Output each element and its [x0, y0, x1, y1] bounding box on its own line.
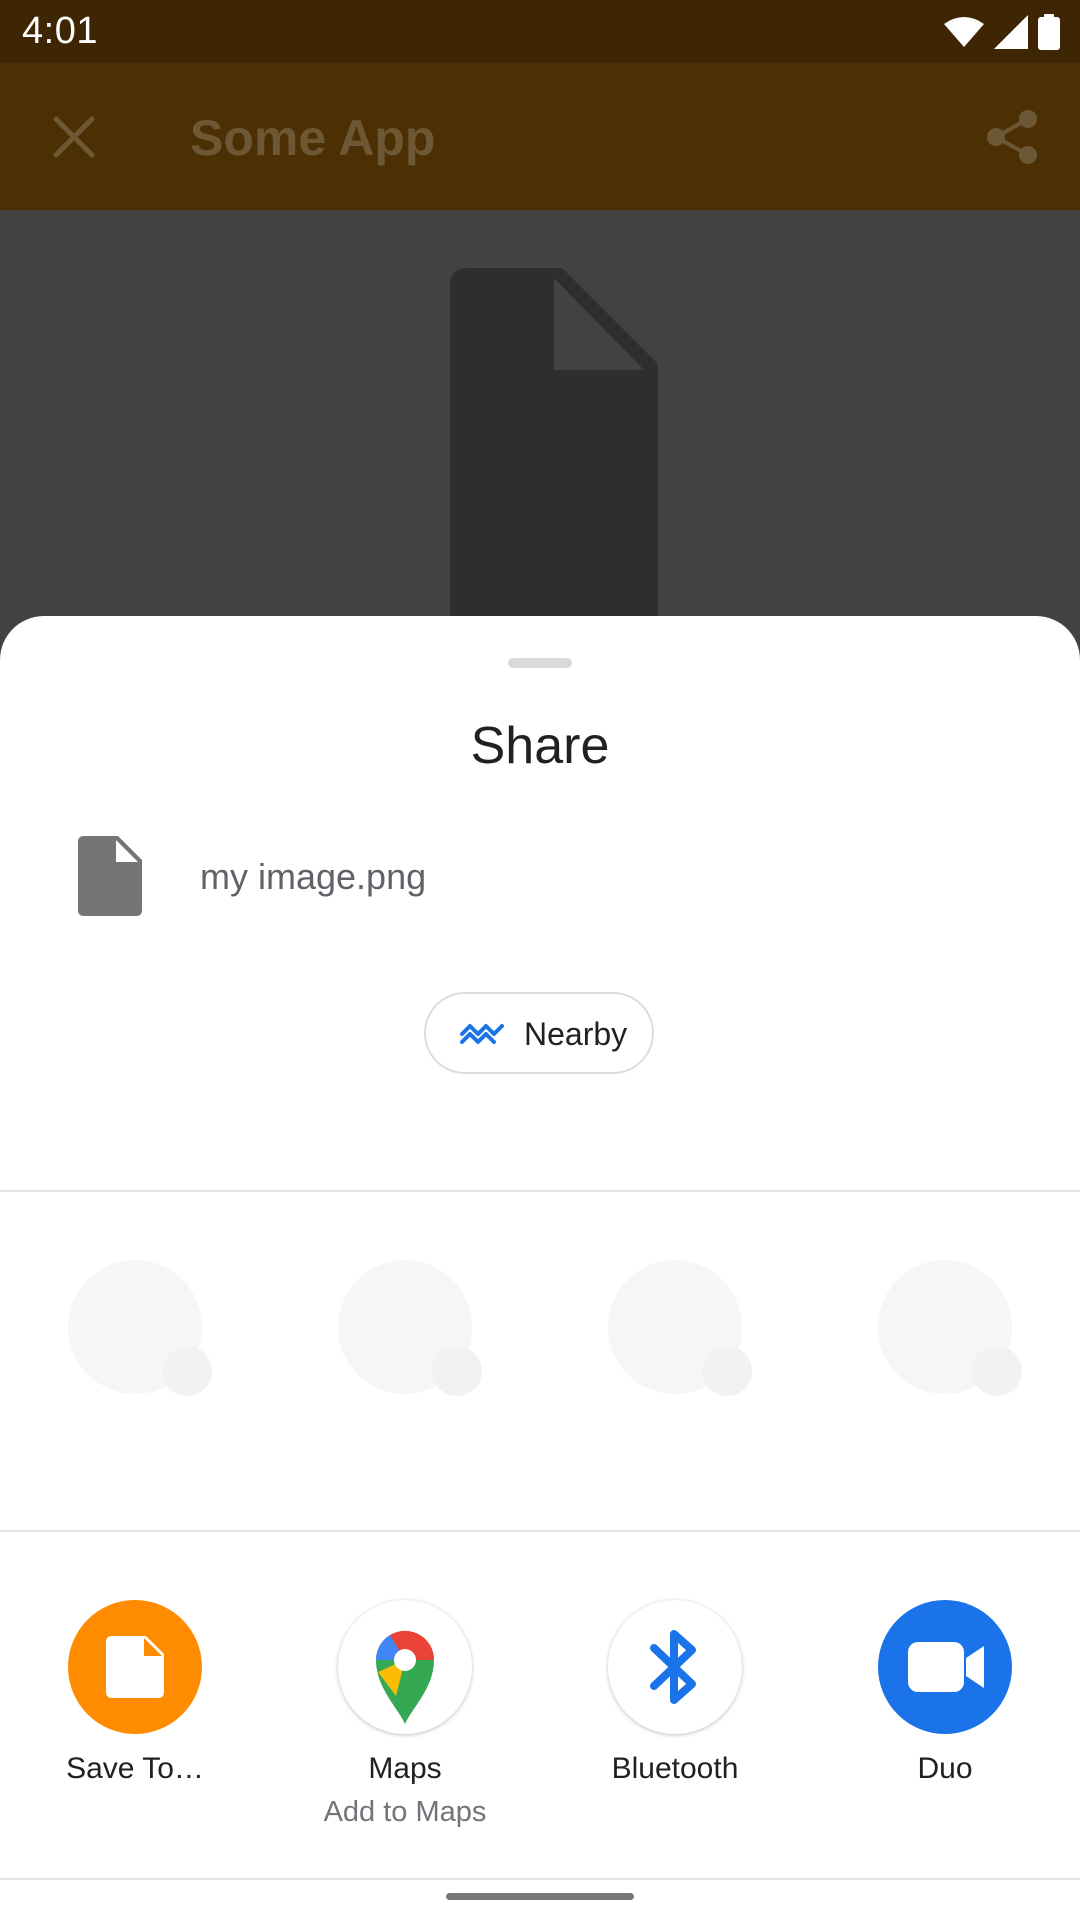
direct-share-placeholder	[338, 1260, 482, 1396]
nearby-share-button[interactable]: Nearby	[424, 992, 654, 1074]
duo-icon	[878, 1600, 1012, 1734]
nearby-label: Nearby	[524, 1016, 628, 1052]
divider	[0, 1190, 1080, 1192]
document-icon	[450, 268, 658, 638]
bluetooth-icon	[608, 1600, 742, 1734]
battery-icon	[1038, 14, 1060, 50]
close-icon[interactable]	[52, 115, 96, 159]
cell-signal-icon	[994, 15, 1028, 49]
share-target-duo[interactable]: Duo	[815, 1600, 1075, 1840]
nearby-icon	[460, 1024, 504, 1044]
wifi-icon	[944, 17, 984, 47]
share-target-sublabel: Add to Maps	[323, 1796, 487, 1828]
shared-file-preview: my image.png	[78, 836, 978, 916]
share-target-label: Maps	[368, 1752, 442, 1785]
status-icons	[944, 14, 1060, 50]
status-bar: 4:01	[0, 0, 1080, 63]
direct-share-placeholder	[68, 1260, 212, 1396]
share-target-label: Bluetooth	[611, 1752, 739, 1785]
file-name: my image.png	[200, 856, 427, 897]
drag-handle[interactable]	[508, 658, 572, 668]
share-icon[interactable]	[986, 109, 1038, 165]
app-bar: Some App	[0, 63, 1080, 210]
share-target-label: Duo	[917, 1752, 973, 1785]
share-target-maps[interactable]: Maps Add to Maps	[275, 1600, 535, 1840]
divider	[0, 1878, 1080, 1880]
file-icon	[78, 836, 142, 916]
maps-icon	[338, 1600, 472, 1734]
direct-share-placeholder	[608, 1260, 752, 1396]
status-time: 4:01	[22, 10, 98, 52]
divider	[0, 1530, 1080, 1532]
share-title: Share	[470, 717, 610, 775]
gesture-nav-bar[interactable]	[446, 1893, 634, 1900]
direct-share-placeholder	[878, 1260, 1022, 1396]
app-title: Some App	[190, 110, 436, 166]
share-target-label: Save To…	[66, 1752, 204, 1785]
share-target-bluetooth[interactable]: Bluetooth	[545, 1600, 805, 1840]
share-sheet: Share my image.png Nearby Save To… Maps …	[0, 616, 1080, 1920]
share-target-save-to[interactable]: Save To…	[5, 1600, 265, 1840]
save-to-icon	[68, 1600, 202, 1734]
